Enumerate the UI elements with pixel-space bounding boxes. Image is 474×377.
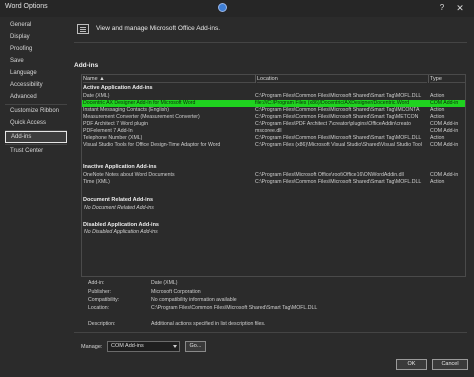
empty-message: No Disabled Application Add-ins — [84, 229, 158, 235]
table-row[interactable]: PDF Architect 7 Word plugin C:\Program F… — [82, 121, 465, 128]
table-row[interactable]: Measurement Converter (Measurement Conve… — [82, 114, 465, 121]
cell-type: Action — [430, 179, 445, 185]
group-header-disabled: Disabled Application Add-ins — [83, 222, 159, 228]
help-button[interactable]: ? — [436, 2, 448, 14]
cancel-button[interactable]: Cancel — [432, 359, 468, 370]
cell-name: OneNote Notes about Word Documents — [83, 172, 175, 178]
cell-type: COM Add-in — [430, 172, 459, 178]
table-row-selected[interactable]: Docentric AX Designer Add-In for Microso… — [82, 100, 465, 107]
table-row[interactable]: Telephone Number (XML) C:\Program Files\… — [82, 135, 465, 142]
group-header-document: Document Related Add-ins — [83, 197, 154, 203]
sidebar-item-display[interactable]: Display — [5, 31, 67, 43]
cursor-indicator-icon — [218, 3, 227, 12]
detail-label: Description: — [88, 321, 116, 327]
detail-value: Date (XML) — [151, 280, 178, 286]
cell-name: Date (XML) — [83, 93, 110, 99]
add-in-details: Add-in: Date (XML) Publisher: Microsoft … — [81, 280, 466, 332]
column-header-name[interactable]: Name ▲ — [83, 75, 255, 83]
cell-type: Action — [430, 114, 445, 120]
sidebar: General Display Proofing Save Language A… — [5, 17, 67, 357]
table-row[interactable]: Time (XML) C:\Program Files\Common Files… — [82, 179, 465, 186]
cell-type: COM Add-in — [430, 128, 459, 134]
cell-name: Telephone Number (XML) — [83, 135, 143, 141]
cell-type: COM Add-in — [430, 142, 459, 148]
cell-location: mscoree.dll — [255, 128, 282, 134]
detail-value: Microsoft Corporation — [151, 289, 201, 295]
table-row[interactable]: OneNote Notes about Word Documents C:\Pr… — [82, 172, 465, 179]
cell-location: C:\Program Files\PDF Architect 7\creator… — [255, 121, 411, 127]
cell-name: Docentric AX Designer Add-In for Microso… — [83, 100, 196, 106]
column-separator[interactable] — [255, 75, 256, 83]
cell-name: Measurement Converter (Measurement Conve… — [83, 114, 200, 120]
ok-button[interactable]: OK — [396, 359, 427, 370]
sidebar-item-accessibility[interactable]: Accessibility — [5, 79, 67, 91]
detail-value: C:\Program Files\Common Files\Microsoft … — [151, 305, 318, 311]
cell-name: Instant Messaging Contacts (English) — [83, 107, 169, 113]
close-button[interactable]: ✕ — [454, 2, 466, 14]
go-button[interactable]: Go... — [185, 341, 206, 352]
column-header-type[interactable]: Type — [430, 75, 465, 83]
divider — [74, 42, 467, 43]
manage-label: Manage: — [81, 344, 103, 350]
sidebar-item-advanced[interactable]: Advanced — [5, 91, 67, 103]
cell-location: C:\Program Files\Common Files\Microsoft … — [255, 135, 422, 141]
table-row[interactable]: Instant Messaging Contacts (English) C:\… — [82, 107, 465, 114]
sidebar-item-trust-center[interactable]: Trust Center — [5, 145, 67, 157]
page-header: View and manage Microsoft Office Add-ins… — [96, 25, 221, 32]
table-row[interactable]: PDFelement 7 Add-In mscoree.dll COM Add-… — [82, 128, 465, 135]
cell-type: COM Add-in — [430, 121, 459, 127]
window-title: Word Options — [5, 3, 48, 10]
word-options-dialog: Word Options ? ✕ General Display Proofin… — [0, 0, 474, 377]
add-ins-table: Name ▲ Location Type Active Application … — [81, 74, 466, 277]
sidebar-item-language[interactable]: Language — [5, 67, 67, 79]
divider — [74, 332, 467, 333]
sidebar-item-proofing[interactable]: Proofing — [5, 43, 67, 55]
sidebar-item-save[interactable]: Save — [5, 55, 67, 67]
detail-label: Location: — [88, 305, 110, 311]
cell-location: C:\Program Files\Common Files\Microsoft … — [255, 107, 420, 113]
cell-location: C:\Program Files (x86)\Microsoft Visual … — [255, 142, 422, 148]
column-separator[interactable] — [428, 75, 429, 83]
cell-location: file:///C:/Program Files (x86)/Docentric… — [255, 100, 410, 106]
cell-location: C:\Program Files\Common Files\Microsoft … — [255, 93, 422, 99]
cell-location: C:\Program Files\Common Files\Microsoft … — [255, 114, 419, 120]
detail-value: No compatibility information available — [151, 297, 237, 303]
detail-value: Additional actions specified in list des… — [151, 321, 266, 327]
detail-label: Add-in: — [88, 280, 105, 286]
cell-name: Visual Studio Tools for Office Design-Ti… — [83, 142, 221, 148]
cell-type: Action — [430, 135, 445, 141]
detail-label: Compatibility: — [88, 297, 120, 303]
cell-name: PDF Architect 7 Word plugin — [83, 121, 149, 127]
detail-label: Publisher: — [88, 289, 112, 295]
empty-message: No Document Related Add-ins — [84, 205, 154, 211]
cell-type: Action — [430, 93, 445, 99]
sidebar-item-quick-access-toolbar[interactable]: Quick Access Toolbar — [5, 117, 67, 138]
section-title: Add-ins — [74, 62, 99, 69]
cell-location: C:\Program Files\Microsoft Office\root\O… — [255, 172, 404, 178]
table-row[interactable]: Visual Studio Tools for Office Design-Ti… — [82, 142, 465, 149]
group-header-inactive: Inactive Application Add-ins — [83, 164, 157, 170]
cell-name: Time (XML) — [83, 179, 110, 185]
cell-name: PDFelement 7 Add-In — [83, 128, 133, 134]
sidebar-item-customize-ribbon[interactable]: Customize Ribbon — [5, 105, 67, 117]
group-header-active: Active Application Add-ins — [83, 85, 153, 91]
column-header-location[interactable]: Location — [257, 75, 427, 83]
sidebar-item-add-ins[interactable]: Add-ins — [5, 131, 67, 143]
main-panel: View and manage Microsoft Office Add-ins… — [74, 17, 470, 357]
cell-type: COM Add-in — [430, 100, 459, 106]
table-row[interactable]: Date (XML) C:\Program Files\Common Files… — [82, 93, 465, 100]
manage-select[interactable]: COM Add-ins — [107, 341, 180, 352]
chevron-down-icon — [173, 345, 177, 348]
sidebar-item-general[interactable]: General — [5, 19, 67, 31]
title-bar: Word Options ? ✕ — [0, 0, 474, 17]
manage-selected-value: COM Add-ins — [111, 343, 144, 349]
cell-type: Action — [430, 107, 445, 113]
cell-location: C:\Program Files\Common Files\Microsoft … — [255, 179, 422, 185]
add-ins-icon — [77, 24, 89, 34]
